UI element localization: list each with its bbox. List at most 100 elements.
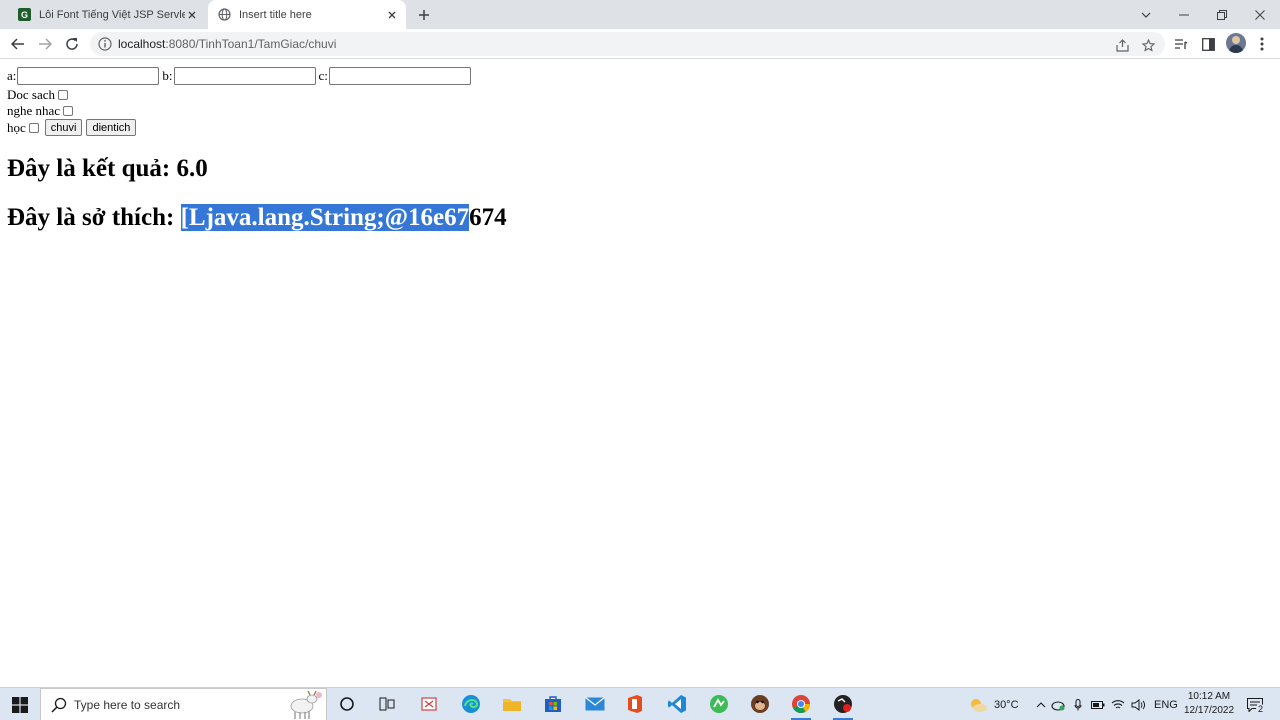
profile-avatar[interactable] (1226, 33, 1246, 53)
url-host: localhost (118, 37, 166, 51)
windows-logo-icon (12, 696, 28, 713)
checkbox-label-doc-sach: Doc sach (7, 87, 56, 102)
wifi-icon[interactable] (1108, 699, 1128, 710)
restore-button[interactable] (1203, 0, 1241, 29)
checkbox-nghe-nhac[interactable] (63, 106, 74, 116)
snipping-tool-icon[interactable] (416, 691, 442, 717)
result-heading: Đây là kết quả: 6.0 (7, 155, 208, 183)
label-c: c: (318, 68, 328, 83)
notification-count: 2 (1256, 703, 1266, 714)
media-queue-icon[interactable] (1172, 35, 1190, 53)
address-bar[interactable]: localhost:8080/TinhToan1/TamGiac/chuvi (90, 32, 1165, 56)
globe-icon (218, 8, 231, 21)
checkbox-row-doc-sach: Doc sach (7, 87, 69, 103)
hobby-heading: Đây là sở thích: [Ljava.lang.String;@16e… (7, 204, 507, 232)
dark-app-icon[interactable] (830, 691, 856, 720)
checkbox-row-nghe-nhac: nghe nhac (7, 103, 74, 119)
chevron-down-icon (1141, 12, 1151, 18)
minimize-icon (1179, 14, 1189, 15)
tray-icons: ENG (1034, 688, 1178, 720)
notification-icon: 2 (1247, 697, 1266, 714)
plus-icon (419, 10, 429, 20)
arrow-left-icon (11, 38, 24, 50)
side-panel-icon[interactable] (1199, 35, 1217, 53)
mail-icon[interactable] (582, 691, 608, 717)
green-app-icon[interactable] (706, 691, 732, 717)
close-icon[interactable] (185, 7, 198, 23)
edge-icon[interactable] (458, 691, 484, 717)
reload-icon (66, 38, 78, 50)
checkbox-doc-sach[interactable] (58, 90, 69, 100)
url-text[interactable]: localhost:8080/TinhToan1/TamGiac/chuvi (118, 37, 336, 51)
tab-strip: G Lỗi Font Tiếng Việt JSP Servlet Cách I… (0, 0, 1280, 29)
taskbar: Type here to search 30°C ENG 10:12 AM 12… (0, 687, 1280, 720)
minimize-button[interactable] (1165, 0, 1203, 29)
result-prefix: Đây là kết quả: (7, 155, 177, 182)
chevron-up-icon[interactable] (1034, 701, 1048, 708)
clock-date: 12/17/2022 (1183, 705, 1235, 716)
hobby-value-rest: 674 (469, 204, 507, 231)
network-sync-icon[interactable] (1048, 699, 1068, 711)
office-icon[interactable] (622, 691, 648, 717)
green-g-icon: G (18, 8, 31, 21)
cortana-icon[interactable] (334, 691, 360, 717)
checkbox-label-hoc: học (7, 119, 26, 135)
label-a: a: (7, 68, 17, 83)
language-indicator[interactable]: ENG (1154, 699, 1178, 711)
input-b[interactable] (173, 67, 316, 85)
monkey-app-icon[interactable] (747, 691, 773, 717)
tab-insert-title[interactable]: Insert title here (208, 0, 406, 29)
input-c[interactable] (328, 67, 471, 85)
weather-widget[interactable]: 30°C (968, 688, 1019, 720)
label-b: b: (162, 68, 173, 83)
weather-temperature: 30°C (994, 698, 1019, 711)
volume-icon[interactable] (1128, 698, 1148, 711)
start-button[interactable] (0, 688, 40, 720)
taskbar-search[interactable]: Type here to search (40, 688, 327, 720)
reload-button[interactable] (62, 34, 82, 54)
close-icon (1255, 9, 1265, 20)
input-a[interactable] (17, 67, 160, 85)
search-icon (51, 697, 67, 713)
browser-toolbar: localhost:8080/TinhToan1/TamGiac/chuvi (0, 29, 1280, 59)
arrow-right-icon (39, 38, 52, 50)
new-tab-button[interactable] (414, 5, 434, 25)
dientich-button[interactable]: dientich (86, 119, 137, 136)
restore-icon (1217, 9, 1227, 20)
notification-center-button[interactable]: 2 (1244, 688, 1266, 720)
battery-icon[interactable] (1088, 700, 1108, 709)
close-icon[interactable] (384, 7, 400, 23)
hobby-prefix: Đây là sở thích: (7, 204, 181, 231)
checkbox-hoc[interactable] (28, 122, 39, 133)
forward-button[interactable] (35, 34, 55, 54)
chuvi-button[interactable]: chuvi (44, 119, 83, 136)
taskbar-clock[interactable]: 10:12 AM 12/17/2022 (1180, 690, 1238, 718)
svg-text:G: G (21, 10, 28, 20)
task-view-icon[interactable] (374, 691, 400, 717)
tab-title: Insert title here (239, 8, 312, 21)
info-icon[interactable] (98, 37, 112, 51)
hobby-value-selected: [Ljava.lang.String;@16e67 (180, 204, 470, 231)
star-icon[interactable] (1140, 37, 1156, 53)
search-placeholder: Type here to search (74, 698, 181, 712)
chrome-icon[interactable] (788, 691, 814, 720)
checkbox-label-nghe-nhac: nghe nhac (7, 103, 61, 118)
kebab-menu-icon[interactable] (1253, 35, 1271, 53)
vscode-icon[interactable] (664, 691, 690, 717)
clock-time: 10:12 AM (1187, 691, 1231, 702)
sun-cloud-icon (971, 698, 987, 712)
close-window-button[interactable] (1241, 0, 1279, 29)
microsoft-store-icon[interactable] (540, 691, 566, 717)
page-content: a: b: c: Doc sach nghe nhac học chuvi di… (0, 60, 1280, 687)
microphone-icon[interactable] (1068, 698, 1088, 711)
checkbox-row-hoc: học chuvi dientich (7, 119, 137, 136)
back-button[interactable] (8, 34, 28, 54)
tab-search-button[interactable] (1127, 0, 1165, 29)
tab-loi-font[interactable]: G Lỗi Font Tiếng Việt JSP Servlet Cách (8, 0, 204, 29)
url-path: :8080/TinhToan1/TamGiac/chuvi (165, 37, 337, 51)
triangle-form-row: a: b: c: (7, 67, 474, 85)
goat-illustration-icon (277, 689, 327, 720)
file-explorer-icon[interactable] (499, 691, 525, 717)
share-icon[interactable] (1114, 37, 1130, 53)
result-value: 6.0 (176, 155, 208, 182)
